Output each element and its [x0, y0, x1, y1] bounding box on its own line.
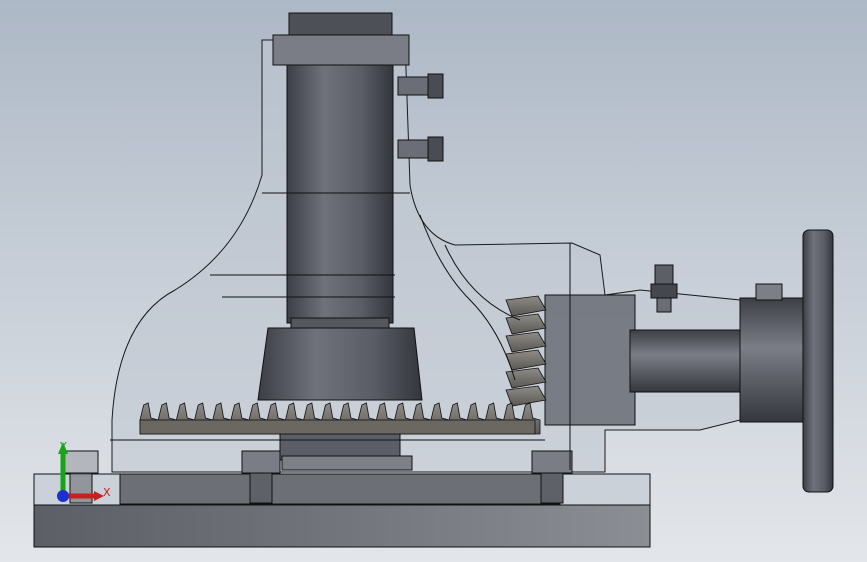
triad-x-label: X [103, 486, 111, 499]
coordinate-triad: Y X [48, 440, 118, 510]
triad-axes [57, 442, 104, 502]
triad-y-label: Y [60, 440, 67, 453]
cad-graphics-viewport[interactable]: Y X [0, 0, 867, 562]
gearbox-assembly-model[interactable] [0, 0, 867, 562]
